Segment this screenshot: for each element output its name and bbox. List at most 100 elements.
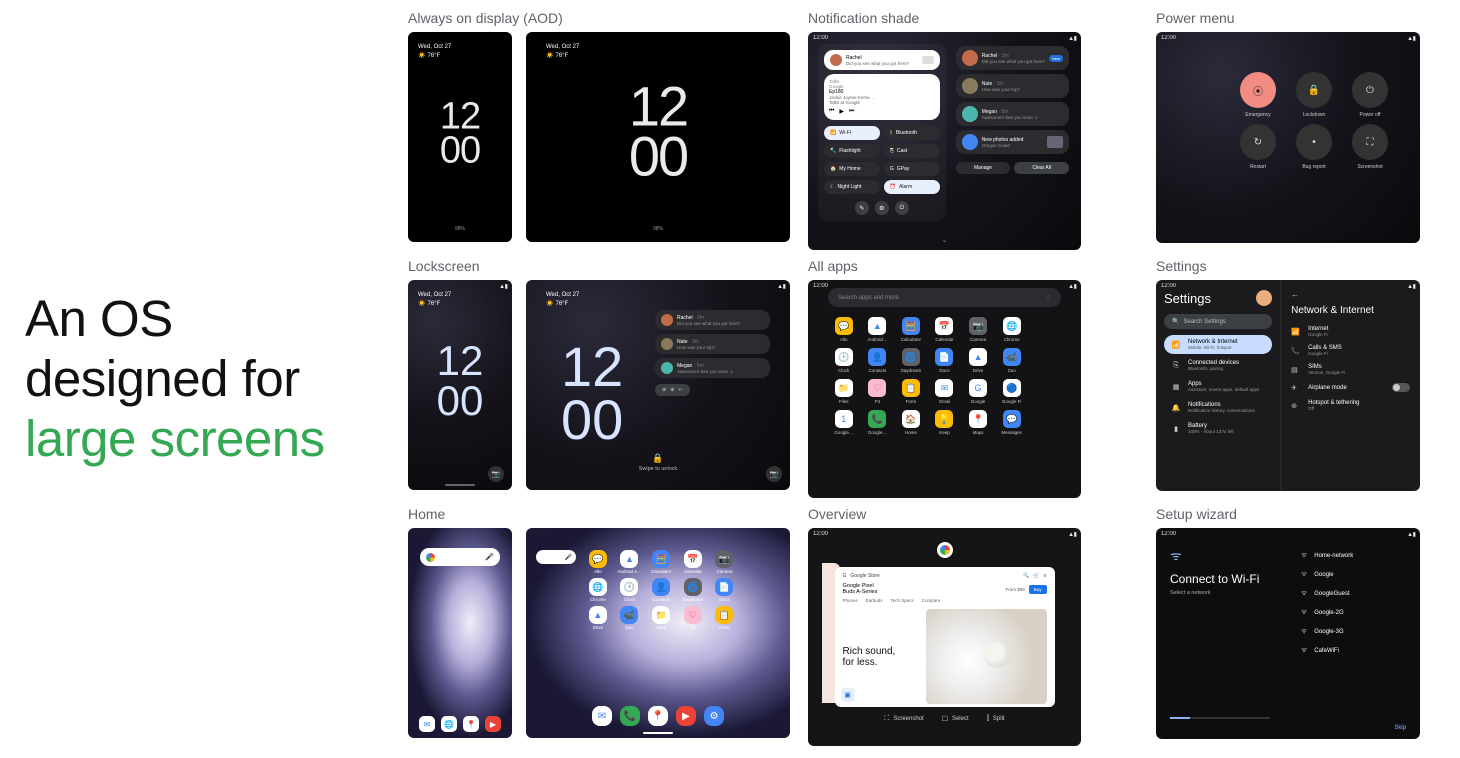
home-app[interactable]: 👤Contacts — [647, 578, 675, 602]
edit-icon[interactable]: ✎ — [855, 201, 869, 215]
buy-button[interactable]: Buy — [1029, 585, 1047, 594]
home-app[interactable]: 📹Duo — [616, 606, 644, 630]
lock-notif[interactable]: Megan · 5mAwesome!! See you soon ☺ — [655, 358, 770, 378]
qs-gpay[interactable]: GGPay — [884, 162, 940, 176]
camera-icon[interactable]: 📷 — [488, 466, 504, 482]
home-app[interactable]: ♡Fit — [679, 606, 707, 630]
wifi-network[interactable]: ᯤGoogle-2G — [1297, 603, 1410, 622]
wifi-network[interactable]: ᯤGoogle — [1297, 565, 1410, 584]
notif-msg[interactable]: Nate · 3mHow was your trip? — [956, 74, 1069, 98]
dock-app[interactable]: 🌐 — [441, 716, 457, 732]
settings-item-notifications[interactable]: 🔔NotificationsNotification history, conv… — [1164, 398, 1272, 417]
wifi-network[interactable]: ᯤGoogle-3G — [1297, 622, 1410, 641]
pip-icon[interactable]: ▣ — [841, 688, 855, 702]
app-google[interactable]: 1Google… — [828, 410, 860, 435]
search-bar[interactable]: 🎤 — [536, 550, 576, 564]
media-card[interactable]: TalksGoogle Ep180 Jackie Joyner-Kerse… T… — [824, 74, 940, 120]
qs-cast[interactable]: ⎘Cast — [884, 144, 940, 158]
app-maps[interactable]: 📍Maps — [962, 410, 994, 435]
app-allo[interactable]: 💬Allo — [828, 317, 860, 342]
home-app[interactable]: 📄Docs — [711, 578, 739, 602]
more-icon[interactable]: ⋮ — [1045, 294, 1051, 301]
wifi-network[interactable]: ᯤGoogleGuest — [1297, 584, 1410, 603]
app-clock[interactable]: 🕒Clock — [828, 348, 860, 373]
reply-pill[interactable]: ⊕⊕↩ — [655, 384, 690, 396]
overview-split[interactable]: ⫿Split — [987, 715, 1005, 723]
app-calculator[interactable]: 🧮Calculator — [895, 317, 927, 342]
settings-detail-calls---sms[interactable]: 📞Calls & SMSGoogle Fi — [1291, 345, 1410, 356]
lock-notif[interactable]: Nate · 3mHow was your trip? — [655, 334, 770, 354]
settings-detail-hotspot---tethering[interactable]: ⊚Hotspot & tetheringOff — [1291, 400, 1410, 411]
dock-app[interactable]: 📍 — [648, 706, 668, 726]
qs-wi-fi[interactable]: 📶Wi-Fi — [824, 126, 880, 140]
settings-icon[interactable]: ⚙ — [875, 201, 889, 215]
power-bug-report[interactable]: •Bug report — [1289, 124, 1339, 170]
app-files[interactable]: 📁Files — [828, 379, 860, 404]
tab[interactable]: Compare — [922, 598, 941, 603]
dock-app[interactable]: ▶ — [485, 716, 501, 732]
app-chrome[interactable]: 🌐Chrome — [996, 317, 1028, 342]
power-power-off[interactable]: ⏻Power off — [1345, 72, 1395, 118]
tab[interactable]: Tech Specs — [891, 598, 914, 603]
convo-card[interactable]: RachelDid you see what you got here? — [824, 50, 940, 70]
chrome-icon[interactable] — [937, 542, 953, 558]
app-daydream[interactable]: 🌀Daydream — [895, 348, 927, 373]
qs-night-light[interactable]: ☾Night Light — [824, 180, 880, 194]
home-app[interactable]: ▲Drive — [584, 606, 612, 630]
chevron-down-icon[interactable]: ⌄ — [942, 236, 948, 244]
notif-msg[interactable]: Rachel · 2mDid you see what you got here… — [956, 46, 1069, 70]
app-android[interactable]: ▲Android… — [862, 317, 894, 342]
search-bar[interactable]: 🎤 — [420, 548, 500, 566]
app-keep[interactable]: 💡Keep — [929, 410, 961, 435]
search-input[interactable]: Search apps and more⋮ — [828, 288, 1061, 307]
power-screenshot[interactable]: ⛶Screenshot — [1345, 124, 1395, 170]
dock-app[interactable]: 📞 — [620, 706, 640, 726]
overview-screenshot[interactable]: ⛶Screenshot — [884, 715, 923, 723]
app-home[interactable]: 🏠Home — [895, 410, 927, 435]
home-app[interactable]: 🕒Clock — [616, 578, 644, 602]
prev-icon[interactable]: ⏮ — [829, 108, 834, 115]
dock-app[interactable]: 📍 — [463, 716, 479, 732]
home-app[interactable]: 🧮Calculator — [647, 550, 675, 574]
settings-item-network---internet[interactable]: 📶Network & InternetMobile, Wi-Fi, hotspo… — [1164, 335, 1272, 354]
manage-button[interactable]: Manage — [956, 162, 1011, 174]
settings-detail-airplane-mode[interactable]: ✈Airplane mode — [1291, 383, 1410, 392]
home-app[interactable]: 📷Camera — [711, 550, 739, 574]
home-app[interactable]: ▲Android A… — [616, 550, 644, 574]
overview-select[interactable]: ☐Select — [942, 715, 969, 723]
next-icon[interactable]: ⏭ — [849, 108, 854, 115]
app-google[interactable]: GGoogle — [962, 379, 994, 404]
dock-app[interactable]: ✉ — [419, 716, 435, 732]
toggle[interactable] — [1392, 383, 1410, 392]
home-app[interactable]: 🌐Chrome — [584, 578, 612, 602]
back-icon[interactable]: ← — [1291, 290, 1410, 299]
app-google[interactable]: 📞Google… — [862, 410, 894, 435]
home-app[interactable]: 📋Form — [711, 606, 739, 630]
mic-icon[interactable]: 🎤 — [565, 554, 572, 561]
unlock[interactable]: 🔒Swipe to unlock — [639, 453, 678, 472]
wifi-network[interactable]: ᯤHome-network — [1297, 546, 1410, 565]
play-icon[interactable]: ▶ — [839, 108, 844, 115]
app-gmail[interactable]: ✉Gmail — [929, 379, 961, 404]
search-input[interactable]: 🔍Search Settings — [1164, 314, 1272, 329]
home-app[interactable]: 💬Allo — [584, 550, 612, 574]
clear-all-button[interactable]: Clear All — [1014, 162, 1069, 174]
app-docs[interactable]: 📄Docs — [929, 348, 961, 373]
skip-button[interactable]: Skip — [1394, 725, 1406, 731]
wifi-network[interactable]: ᯤCafeWiFi — [1297, 641, 1410, 660]
tab[interactable]: Phones — [843, 598, 858, 603]
mic-icon[interactable]: 🎤 — [485, 553, 494, 561]
home-app[interactable]: 🌀Daydream — [679, 578, 707, 602]
settings-item-connected-devices[interactable]: ⎘Connected devicesBluetooth, pairing — [1164, 356, 1272, 375]
dock-app[interactable]: ✉ — [592, 706, 612, 726]
qs-bluetooth[interactable]: ᛒBluetooth — [884, 126, 940, 140]
notif-msg[interactable]: Megan · 5mAwesome!! See you soon ☺ — [956, 102, 1069, 126]
qs-flashlight[interactable]: 🔦Flashlight — [824, 144, 880, 158]
camera-icon[interactable]: 📷 — [766, 466, 782, 482]
home-app[interactable]: 📁Files — [647, 606, 675, 630]
qs-alarm[interactable]: ⏰Alarm — [884, 180, 940, 194]
app-camera[interactable]: 📷Camera — [962, 317, 994, 342]
settings-item-battery[interactable]: ▮Battery100% · About 13 hr left — [1164, 419, 1272, 438]
power-emergency[interactable]: ⦿Emergency — [1233, 72, 1283, 118]
app-fit[interactable]: ♡Fit — [862, 379, 894, 404]
